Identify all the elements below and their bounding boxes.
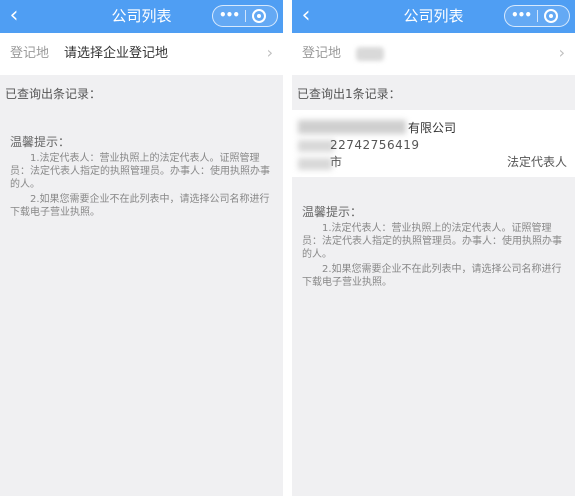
tip-title: 温馨提示： — [302, 205, 363, 219]
tip-line-2: 2.如果您需要企业不在此列表中，请选择公司名称进行下载电子营业执照。 — [10, 194, 270, 218]
credit-code: 22742756419 — [330, 138, 420, 152]
tip-body: 1.法定代表人：营业执照上的法定代表人。证照管理员：法定代表人指定的执照管理员。… — [10, 152, 272, 221]
chevron-right-icon: › — [266, 43, 273, 62]
nav-bar: ‹ 公司列表 ••• — [0, 0, 283, 33]
registration-label: 登记地 — [302, 46, 342, 61]
redacted-region-value — [356, 47, 384, 61]
close-target-icon[interactable] — [544, 9, 558, 23]
company-city: 市 — [330, 155, 343, 169]
tip-body: 1.法定代表人：营业执照上的法定代表人。证照管理员：法定代表人指定的执照管理员。… — [302, 222, 564, 291]
close-target-icon[interactable] — [252, 9, 266, 23]
chevron-right-icon: › — [558, 43, 565, 62]
registration-label: 登记地 — [10, 46, 50, 61]
registration-selector[interactable]: 登记地 › — [292, 33, 575, 75]
company-name: 有限公司 — [408, 121, 457, 135]
nav-bar: ‹ 公司列表 ••• — [292, 0, 575, 33]
registration-value: 请选择企业登记地 — [64, 46, 169, 61]
registration-selector[interactable]: 登记地 请选择企业登记地 › — [0, 33, 283, 75]
query-count: 已查询出条记录： — [5, 87, 102, 101]
screen-left: ‹ 公司列表 ••• 登记地 请选择企业登记地 › 已查询出条记录： 温馨提示：… — [0, 0, 283, 496]
tip-line-1: 1.法定代表人：营业执照上的法定代表人。证照管理员：法定代表人指定的执照管理员。… — [302, 223, 562, 260]
redacted-city-prefix — [298, 158, 332, 170]
tip-title: 温馨提示： — [10, 135, 71, 149]
tip-line-2: 2.如果您需要企业不在此列表中，请选择公司名称进行下载电子营业执照。 — [302, 264, 562, 288]
miniprogram-capsule: ••• — [212, 5, 278, 27]
user-role: 法定代表人 — [506, 155, 567, 169]
redacted-code-prefix — [298, 140, 334, 152]
more-icon[interactable]: ••• — [213, 6, 245, 26]
more-icon[interactable]: ••• — [505, 6, 537, 26]
company-result-item[interactable]: 有限公司 22742756419 市 法定代表人 — [292, 110, 575, 177]
tip-line-1: 1.法定代表人：营业执照上的法定代表人。证照管理员：法定代表人指定的执照管理员。… — [10, 153, 270, 190]
capsule-divider — [245, 10, 246, 22]
capsule-divider — [537, 10, 538, 22]
screen-right: ‹ 公司列表 ••• 登记地 › 已查询出1条记录： 有限公司 22742756… — [292, 0, 575, 496]
miniprogram-capsule: ••• — [504, 5, 570, 27]
query-count: 已查询出1条记录： — [297, 87, 401, 101]
redacted-company-name — [298, 120, 406, 134]
